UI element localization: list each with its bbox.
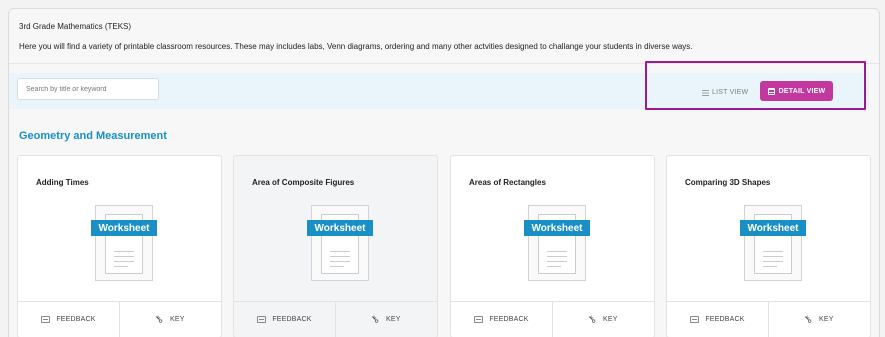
key-icon: ⚷ — [153, 312, 167, 326]
detail-view-label: DETAIL VIEW — [778, 87, 826, 95]
list-icon — [702, 89, 709, 96]
worksheet-thumbnail[interactable]: Worksheet — [524, 205, 590, 281]
subject-title: 3rd Grade Mathematics (TEKS) — [19, 22, 132, 31]
card-actions: FEEDBACK ⚷ KEY — [18, 301, 221, 337]
feedback-icon — [690, 316, 700, 323]
resource-panel: 3rd Grade Mathematics (TEKS) Here you wi… — [8, 8, 880, 337]
card-title: Area of Composite Figures — [252, 178, 355, 187]
worksheet-thumbnail[interactable]: Worksheet — [740, 205, 806, 281]
feedback-icon — [257, 316, 267, 323]
key-label: KEY — [818, 316, 834, 323]
key-button[interactable]: ⚷ KEY — [335, 302, 437, 337]
card-title: Adding Times — [36, 178, 89, 187]
key-icon: ⚷ — [369, 312, 383, 326]
key-button[interactable]: ⚷ KEY — [552, 302, 654, 337]
worksheet-label: Worksheet — [524, 220, 590, 236]
key-icon: ⚷ — [586, 312, 600, 326]
card-actions: FEEDBACK ⚷ KEY — [451, 301, 654, 337]
feedback-label: FEEDBACK — [272, 316, 312, 323]
key-label: KEY — [169, 316, 185, 323]
worksheet-thumbnail[interactable]: Worksheet — [91, 205, 157, 281]
list-view-button[interactable]: LIST VIEW — [702, 89, 748, 96]
feedback-button[interactable]: FEEDBACK — [18, 302, 119, 337]
search-input[interactable] — [17, 78, 159, 100]
feedback-label: FEEDBACK — [489, 316, 529, 323]
detail-view-button[interactable]: DETAIL VIEW — [760, 81, 833, 101]
feedback-icon — [474, 316, 484, 323]
resource-card[interactable]: Areas of Rectangles Worksheet FEEDBACK ⚷… — [450, 155, 655, 337]
feedback-label: FEEDBACK — [705, 316, 745, 323]
key-label: KEY — [602, 316, 618, 323]
feedback-label: FEEDBACK — [56, 316, 96, 323]
feedback-button[interactable]: FEEDBACK — [451, 302, 552, 337]
worksheet-thumbnail[interactable]: Worksheet — [307, 205, 373, 281]
feedback-icon — [41, 316, 51, 323]
card-actions: FEEDBACK ⚷ KEY — [234, 301, 437, 337]
resource-card[interactable]: Adding Times Worksheet FEEDBACK ⚷ KEY — [17, 155, 222, 337]
section-title: Geometry and Measurement — [19, 130, 167, 142]
resource-card[interactable]: Area of Composite Figures Worksheet FEED… — [233, 155, 438, 337]
key-icon: ⚷ — [802, 312, 816, 326]
feedback-button[interactable]: FEEDBACK — [667, 302, 768, 337]
key-button[interactable]: ⚷ KEY — [768, 302, 870, 337]
worksheet-label: Worksheet — [740, 220, 806, 236]
list-view-label: LIST VIEW — [712, 89, 749, 96]
card-title: Comparing 3D Shapes — [685, 178, 771, 187]
feedback-button[interactable]: FEEDBACK — [234, 302, 335, 337]
key-button[interactable]: ⚷ KEY — [119, 302, 221, 337]
card-actions: FEEDBACK ⚷ KEY — [667, 301, 870, 337]
key-label: KEY — [385, 316, 401, 323]
resource-card[interactable]: Comparing 3D Shapes Worksheet FEEDBACK ⚷… — [666, 155, 871, 337]
worksheet-label: Worksheet — [91, 220, 157, 236]
card-title: Areas of Rectangles — [469, 178, 546, 187]
page-description: Here you will find a variety of printabl… — [19, 42, 693, 51]
grid-icon — [767, 87, 775, 95]
worksheet-label: Worksheet — [307, 220, 373, 236]
